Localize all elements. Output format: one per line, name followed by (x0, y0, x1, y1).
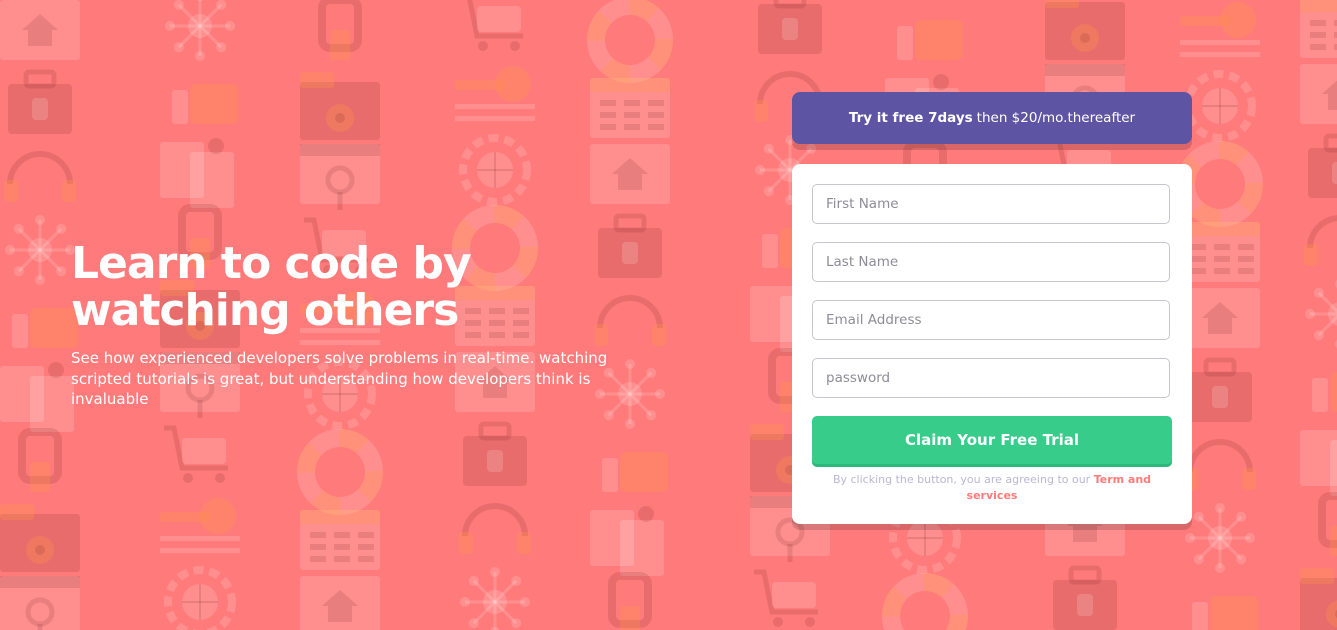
headline-line-2: watching others (71, 285, 459, 336)
house-icon (300, 576, 380, 630)
promo-banner: Try it free 7days then $20/mo.thereafter (792, 92, 1192, 144)
lifebuoy-icon (882, 573, 968, 630)
toolbox-icon (758, 0, 822, 54)
key-icon (1180, 2, 1260, 57)
documents-icon (590, 506, 664, 576)
lock-icon (608, 572, 652, 630)
globe-gear-icon (1184, 70, 1256, 142)
house-icon (0, 0, 80, 60)
toolbox-icon (463, 421, 527, 486)
lifebuoy-icon (1177, 141, 1263, 227)
documents-icon (0, 362, 74, 432)
first-name-field[interactable] (812, 184, 1170, 224)
terms-notice: By clicking the button, you are agreeing… (832, 472, 1152, 504)
toolbox-icon (1053, 565, 1117, 630)
cart-icon (467, 0, 523, 51)
network-icon (1305, 280, 1337, 348)
password-field[interactable] (812, 358, 1170, 398)
globe-gear-icon (459, 134, 531, 206)
hero-description: See how experienced developers solve pro… (71, 349, 608, 408)
signup-form-card: Claim Your Free Trial By clicking the bu… (792, 164, 1192, 524)
toolbox-icon (1308, 133, 1337, 198)
globe-gear-icon (164, 566, 236, 630)
headset-icon (4, 151, 76, 202)
thumbs-up-icon (12, 308, 78, 348)
lock-icon (318, 0, 362, 60)
email-field[interactable] (812, 300, 1170, 340)
key-icon (160, 498, 240, 553)
claim-trial-button[interactable]: Claim Your Free Trial (812, 416, 1172, 464)
cart-icon (754, 569, 818, 627)
lifebuoy-icon (297, 429, 383, 515)
network-icon (460, 567, 530, 630)
hero-section: Learn to code by watching others See how… (71, 240, 631, 410)
browser-search-icon (0, 576, 80, 630)
calendar-icon (1180, 222, 1260, 282)
toolbox-icon (8, 69, 72, 134)
folder-gear-icon (1300, 568, 1337, 630)
lock-icon (18, 428, 62, 492)
last-name-field[interactable] (812, 242, 1170, 282)
cart-icon (164, 425, 228, 483)
browser-search-icon (300, 144, 380, 210)
headline-line-1: Learn to code by (71, 238, 472, 289)
calendar-icon (590, 78, 670, 138)
thumbs-up-icon (897, 20, 963, 60)
folder-gear-icon (300, 72, 380, 140)
lifebuoy-icon (587, 0, 673, 83)
lock-icon (1318, 492, 1337, 556)
headset-icon (1304, 215, 1337, 266)
house-icon (590, 144, 670, 204)
thumbs-up-icon (602, 452, 668, 492)
headline: Learn to code by watching others (71, 240, 631, 334)
network-icon (1185, 503, 1255, 573)
thumbs-up-icon (172, 84, 238, 124)
thumbs-up-icon (1192, 596, 1258, 630)
documents-icon (160, 138, 234, 208)
headset-icon (459, 503, 531, 554)
calendar-icon (300, 510, 380, 570)
folder-gear-icon (1045, 0, 1125, 60)
documents-icon (1300, 430, 1337, 496)
calendar-icon (1300, 0, 1337, 58)
toolbox-icon (1188, 357, 1252, 422)
promo-bold-text: Try it free 7days (848, 110, 973, 126)
house-icon (1300, 64, 1337, 124)
promo-rest-text: then $20/mo.thereafter (976, 110, 1136, 126)
house-icon (1180, 288, 1260, 348)
terms-prefix: By clicking the button, you are agreeing… (832, 473, 1091, 486)
network-icon (5, 215, 75, 285)
folder-gear-icon (0, 504, 80, 572)
headset-icon (1184, 439, 1256, 490)
key-icon (455, 66, 535, 121)
network-icon (165, 0, 235, 61)
thumbs-up-icon (1312, 372, 1337, 412)
